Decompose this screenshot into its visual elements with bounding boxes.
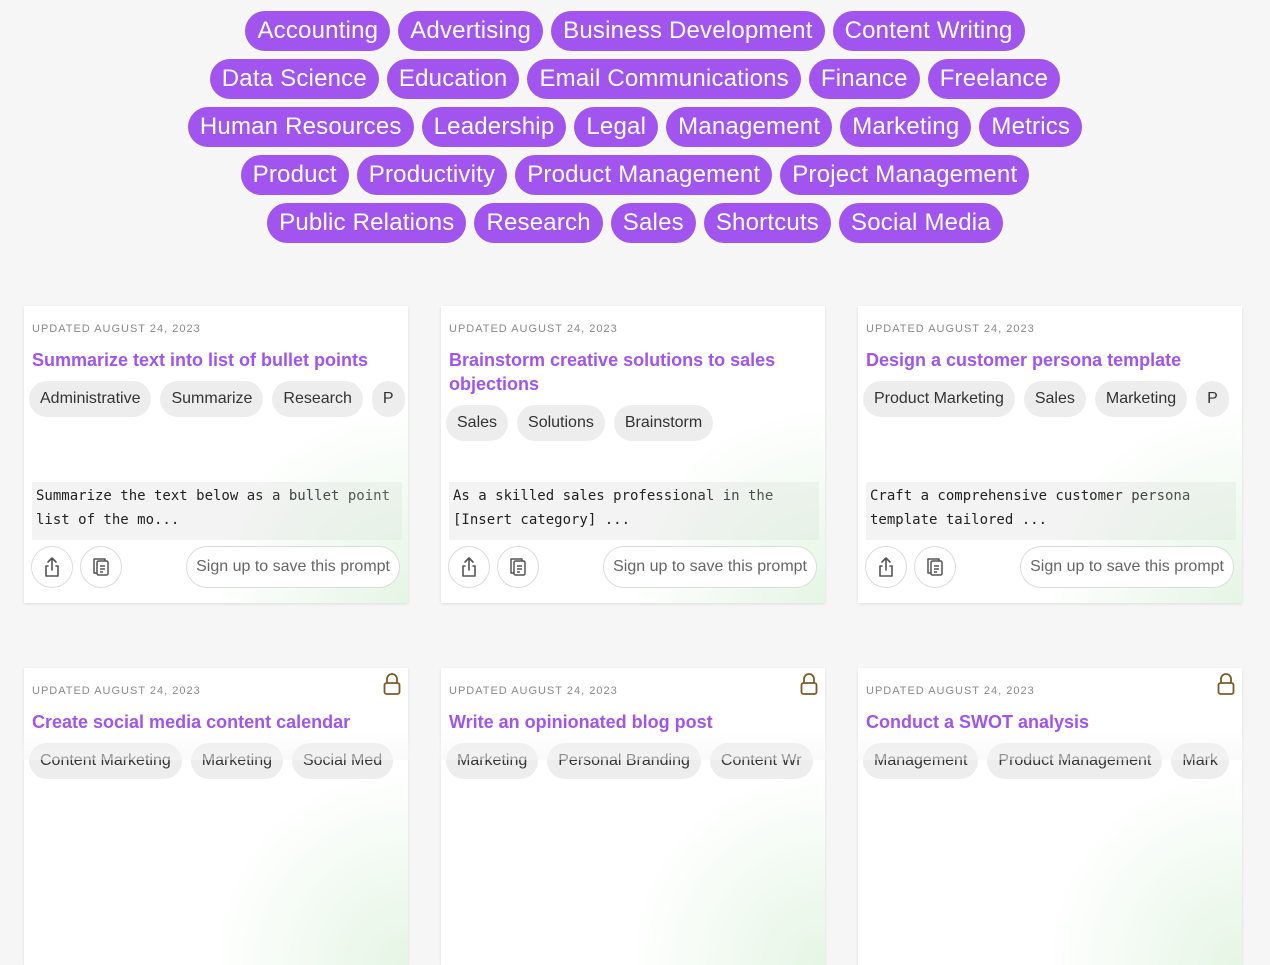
- prompt-title[interactable]: Summarize text into list of bullet point…: [32, 348, 392, 372]
- prompt-tag[interactable]: Marketing: [446, 743, 539, 779]
- prompt-tag[interactable]: Product Management: [987, 743, 1163, 779]
- prompt-tag[interactable]: P: [371, 381, 405, 417]
- prompt-tag[interactable]: P: [1196, 381, 1229, 417]
- category-tag[interactable]: Content Writing: [832, 11, 1025, 51]
- prompt-tag[interactable]: Mark: [1171, 743, 1229, 779]
- save-prompt-button[interactable]: Sign up to save this prompt: [1020, 546, 1234, 588]
- prompt-snippet: Summarize the text below as a bullet poi…: [32, 482, 402, 540]
- prompt-tag[interactable]: Content Wr: [709, 743, 813, 779]
- save-prompt-button[interactable]: Sign up to save this prompt: [186, 546, 400, 588]
- prompt-tag[interactable]: Management: [863, 743, 979, 779]
- snippet-line: template tailored ...: [870, 512, 1048, 528]
- category-tag[interactable]: Marketing: [840, 107, 972, 147]
- prompt-card[interactable]: UPDATED AUGUST 24, 2023 Brainstorm creat…: [441, 306, 825, 603]
- category-tag[interactable]: Product: [240, 155, 349, 195]
- snippet-line: Craft a comprehensive customer persona: [870, 488, 1191, 504]
- prompt-tag[interactable]: Marketing: [190, 743, 283, 779]
- updated-date: UPDATED AUGUST 24, 2023: [866, 323, 1035, 335]
- prompt-tag-list: Management Product Management Mark: [863, 743, 1229, 779]
- category-tag[interactable]: Product Management: [515, 155, 773, 195]
- share-icon: [45, 557, 59, 577]
- snippet-line: Summarize the text below as a bullet poi…: [36, 488, 391, 504]
- lock-icon: [800, 673, 818, 695]
- snippet-line: [Insert category] ...: [453, 512, 631, 528]
- copy-icon: [93, 558, 109, 576]
- prompt-tag[interactable]: Solutions: [517, 405, 605, 441]
- updated-date: UPDATED AUGUST 24, 2023: [32, 685, 201, 697]
- share-icon: [462, 557, 476, 577]
- prompt-tag[interactable]: Personal Branding: [547, 743, 701, 779]
- prompt-card[interactable]: UPDATED AUGUST 24, 2023 Design a custome…: [858, 306, 1242, 603]
- category-tag[interactable]: Finance: [808, 59, 920, 99]
- category-tag[interactable]: Business Development: [551, 11, 825, 51]
- category-tag[interactable]: Public Relations: [267, 203, 467, 243]
- category-tag[interactable]: Sales: [610, 203, 696, 243]
- share-button[interactable]: [448, 546, 490, 588]
- share-button[interactable]: [31, 546, 73, 588]
- prompt-tag-list: Product Marketing Sales Marketing P: [863, 381, 1229, 417]
- prompt-tag[interactable]: Administrative: [29, 381, 152, 417]
- prompt-title[interactable]: Write an opinionated blog post: [449, 710, 809, 734]
- prompt-tag[interactable]: Marketing: [1094, 381, 1188, 417]
- prompt-tag[interactable]: Brainstorm: [613, 405, 714, 441]
- copy-button[interactable]: [497, 546, 539, 588]
- category-tag[interactable]: Legal: [574, 107, 659, 147]
- lock-icon: [1217, 673, 1235, 695]
- category-tag[interactable]: Email Communications: [527, 59, 801, 99]
- category-tag[interactable]: Project Management: [780, 155, 1030, 195]
- save-prompt-button[interactable]: Sign up to save this prompt: [603, 546, 817, 588]
- prompt-tag-list: Marketing Personal Branding Content Wr: [446, 743, 813, 779]
- prompt-title[interactable]: Brainstorm creative solutions to sales o…: [449, 348, 809, 396]
- category-tag[interactable]: Accounting: [245, 11, 391, 51]
- updated-date: UPDATED AUGUST 24, 2023: [866, 685, 1035, 697]
- category-tag[interactable]: Advertising: [398, 11, 544, 51]
- prompt-tag[interactable]: Product Marketing: [863, 381, 1015, 417]
- copy-icon: [510, 558, 526, 576]
- category-tag[interactable]: Social Media: [839, 203, 1003, 243]
- prompt-card[interactable]: UPDATED AUGUST 24, 2023 Write an opinion…: [441, 668, 825, 965]
- updated-date: UPDATED AUGUST 24, 2023: [449, 685, 618, 697]
- category-tag[interactable]: Metrics: [979, 107, 1083, 147]
- prompt-tag[interactable]: Research: [272, 381, 363, 417]
- category-tag[interactable]: Management: [666, 107, 833, 147]
- updated-date: UPDATED AUGUST 24, 2023: [32, 323, 201, 335]
- snippet-line: As a skilled sales professional in the: [453, 488, 774, 504]
- prompt-tag-list: Administrative Summarize Research P: [29, 381, 405, 417]
- prompt-tag[interactable]: Summarize: [160, 381, 264, 417]
- prompt-title[interactable]: Create social media content calendar: [32, 710, 392, 734]
- prompt-snippet: Craft a comprehensive customer persona t…: [866, 482, 1236, 540]
- copy-button[interactable]: [914, 546, 956, 588]
- category-tag[interactable]: Productivity: [356, 155, 508, 195]
- copy-button[interactable]: [80, 546, 122, 588]
- prompt-tag-list: Content Marketing Marketing Social Med: [29, 743, 394, 779]
- share-button[interactable]: [865, 546, 907, 588]
- share-icon: [879, 557, 893, 577]
- lock-icon: [383, 673, 401, 695]
- category-tag[interactable]: Data Science: [209, 59, 379, 99]
- category-tag[interactable]: Human Resources: [187, 107, 414, 147]
- updated-date: UPDATED AUGUST 24, 2023: [449, 323, 618, 335]
- prompt-tag[interactable]: Sales: [446, 405, 509, 441]
- category-tag[interactable]: Research: [474, 203, 603, 243]
- prompt-snippet: As a skilled sales professional in the […: [449, 482, 819, 540]
- prompt-tag-list: Sales Solutions Brainstorm: [446, 405, 714, 441]
- snippet-line: list of the mo...: [36, 512, 180, 528]
- prompt-card[interactable]: UPDATED AUGUST 24, 2023 Create social me…: [24, 668, 408, 965]
- prompt-card[interactable]: UPDATED AUGUST 24, 2023 Summarize text i…: [24, 306, 408, 603]
- prompt-tag[interactable]: Sales: [1023, 381, 1086, 417]
- copy-icon: [927, 558, 943, 576]
- prompt-card[interactable]: UPDATED AUGUST 24, 2023 Conduct a SWOT a…: [858, 668, 1242, 965]
- category-tag[interactable]: Shortcuts: [703, 203, 832, 243]
- prompt-title[interactable]: Conduct a SWOT analysis: [866, 710, 1226, 734]
- category-tag[interactable]: Leadership: [421, 107, 567, 147]
- category-tag[interactable]: Freelance: [927, 59, 1061, 99]
- prompt-tag[interactable]: Content Marketing: [29, 743, 182, 779]
- prompt-title[interactable]: Design a customer persona template: [866, 348, 1226, 372]
- category-tag-list: Accounting Advertising Business Developm…: [0, 11, 1270, 243]
- prompt-tag[interactable]: Social Med: [291, 743, 394, 779]
- category-tag[interactable]: Education: [386, 59, 520, 99]
